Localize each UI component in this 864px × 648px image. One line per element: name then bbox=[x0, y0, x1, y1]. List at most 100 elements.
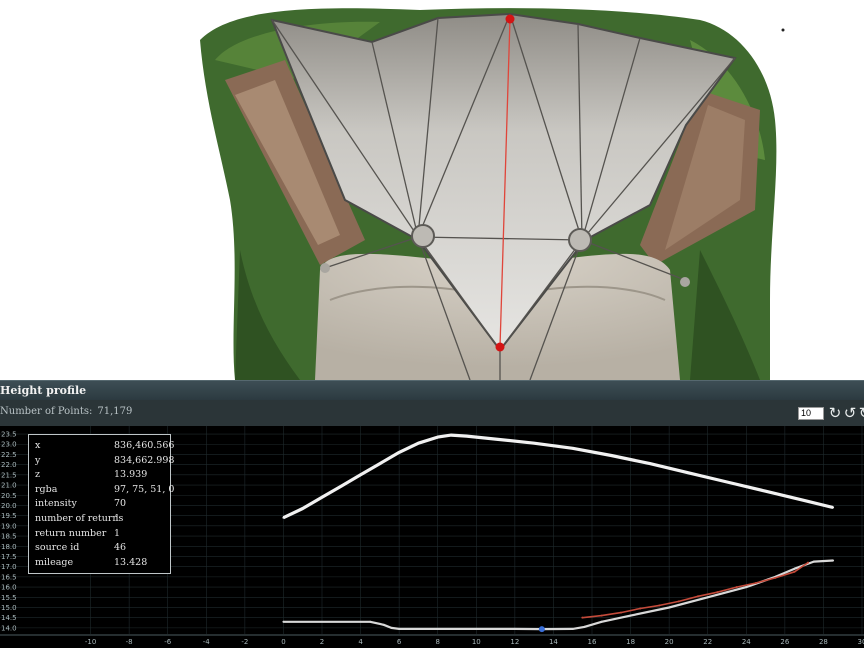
point-cloud-render[interactable] bbox=[0, 0, 864, 380]
profile-point bbox=[465, 435, 468, 438]
x-tick-label: 28 bbox=[819, 638, 828, 646]
profile-series-1 bbox=[283, 559, 834, 631]
profile-point bbox=[398, 451, 401, 454]
profile-point bbox=[648, 462, 651, 465]
profile-point bbox=[774, 576, 777, 579]
profile-point bbox=[619, 611, 622, 614]
y-tick-label: 21.5 bbox=[1, 471, 17, 479]
rotate-ccw-icon[interactable]: ↺ bbox=[843, 405, 857, 421]
profile-start-marker[interactable] bbox=[505, 14, 515, 24]
y-tick-label: 22.0 bbox=[1, 461, 17, 469]
x-tick-label: -4 bbox=[203, 638, 211, 646]
point-info-row: return number 1 bbox=[35, 527, 164, 542]
x-tick-label: -10 bbox=[85, 638, 96, 646]
profile-point bbox=[494, 438, 497, 441]
profile-point bbox=[677, 600, 680, 603]
profile-point bbox=[754, 581, 757, 584]
x-tick-label: 12 bbox=[510, 638, 519, 646]
y-tick-label: 17.0 bbox=[1, 563, 17, 571]
point-info-value: 836,460.566 bbox=[114, 440, 175, 451]
profile-end-marker[interactable] bbox=[495, 342, 505, 352]
profile-point bbox=[369, 620, 372, 623]
points-count: Number of Points: 71,179 bbox=[0, 406, 132, 417]
y-tick-label: 20.0 bbox=[1, 502, 17, 510]
point-info-row: x 836,460.566 bbox=[35, 439, 174, 454]
profile-point bbox=[600, 614, 603, 617]
rotate-cw-icon[interactable]: ↻ bbox=[828, 405, 842, 421]
points-count-label: Number of Points: bbox=[0, 406, 93, 417]
y-tick-label: 14.5 bbox=[1, 614, 17, 622]
x-tick-label: 2 bbox=[320, 638, 324, 646]
profile-point bbox=[282, 516, 285, 519]
y-tick-label: 16.5 bbox=[1, 573, 17, 581]
profile-point bbox=[571, 627, 574, 630]
panel-header[interactable]: Height profile bbox=[0, 380, 864, 400]
point-info-key: return number bbox=[35, 527, 107, 539]
point-info-key: x bbox=[35, 440, 41, 451]
x-tick-label: 22 bbox=[703, 638, 712, 646]
y-tick-label: 23.5 bbox=[1, 431, 17, 439]
point-info-key: z bbox=[35, 469, 41, 481]
point-info-key: mileage bbox=[35, 556, 74, 568]
profile-point bbox=[610, 454, 613, 457]
points-count-value: 71,179 bbox=[97, 406, 133, 417]
x-tick-label: 18 bbox=[626, 638, 635, 646]
point-info-row: intensity 70 bbox=[35, 497, 164, 512]
profile-point bbox=[398, 627, 401, 630]
point-info-key: y bbox=[35, 454, 41, 466]
y-tick-label: 23.0 bbox=[1, 441, 17, 449]
profile-point bbox=[793, 567, 796, 570]
x-tick-label: 24 bbox=[742, 638, 751, 646]
profile-point bbox=[475, 627, 478, 630]
profile-point bbox=[513, 627, 516, 630]
profile-point bbox=[832, 506, 835, 509]
profile-point bbox=[658, 604, 661, 607]
profile-point bbox=[812, 560, 815, 563]
point-info-key: number of returns bbox=[35, 512, 124, 524]
point-cloud-viewport[interactable] bbox=[0, 0, 864, 380]
x-tick-label: -2 bbox=[241, 638, 248, 646]
x-tick-label: 0 bbox=[281, 638, 285, 646]
profile-point bbox=[716, 591, 719, 594]
point-info-value: 46 bbox=[114, 542, 127, 554]
profile-plot[interactable]: 14.0 14.5 15.0 15.5 16.0 16.5 17.0 17.5 18.0 18.5… bbox=[0, 426, 864, 648]
y-tick-label: 14.0 bbox=[1, 624, 17, 632]
point-info-value: 70 bbox=[114, 498, 127, 510]
profile-point bbox=[803, 499, 806, 502]
profile-point bbox=[583, 625, 586, 628]
y-tick-label: 19.0 bbox=[1, 522, 17, 530]
profile-toolbar: Number of Points: 71,179 10 ↻ ↺ ↻ bbox=[0, 400, 864, 426]
profile-point bbox=[340, 485, 343, 488]
profile-point bbox=[359, 473, 362, 476]
profile-point bbox=[764, 490, 767, 493]
profile-point bbox=[301, 507, 304, 510]
profile-point bbox=[600, 620, 603, 623]
profile-point bbox=[697, 595, 700, 598]
x-tick-label: 8 bbox=[435, 638, 439, 646]
x-tick-label: 4 bbox=[358, 638, 363, 646]
profile-point bbox=[832, 559, 835, 562]
rotate-cw-icon[interactable]: ↻ bbox=[858, 405, 864, 421]
y-tick-label: 18.5 bbox=[1, 533, 17, 541]
profile-point bbox=[417, 442, 420, 445]
profile-point bbox=[735, 586, 738, 589]
profile-point bbox=[793, 570, 796, 573]
x-tick-label: 10 bbox=[472, 638, 481, 646]
point-info-row: rgba 97, 75, 51, 0 bbox=[35, 483, 174, 498]
height-profile-panel: Height profile Number of Points: 71,179 1… bbox=[0, 380, 864, 648]
point-info-value: 1 bbox=[114, 527, 121, 539]
profile-point bbox=[571, 447, 574, 450]
y-tick-label: 15.5 bbox=[1, 594, 17, 602]
point-info-row: mileage 13.428 bbox=[35, 556, 164, 571]
point-info-value: 1 bbox=[114, 512, 121, 524]
profile-point bbox=[321, 496, 323, 499]
y-tick-label: 16.0 bbox=[1, 584, 17, 592]
profile-point bbox=[687, 471, 690, 474]
profile-width-input[interactable]: 10 bbox=[798, 407, 824, 420]
x-tick-label: -8 bbox=[126, 638, 133, 646]
x-tick-label: 16 bbox=[588, 638, 597, 646]
profile-point bbox=[390, 626, 393, 629]
profile-series-2 bbox=[582, 561, 809, 619]
point-info-row: number of returns 1 bbox=[35, 512, 164, 527]
point-info-key: rgba bbox=[35, 483, 58, 495]
